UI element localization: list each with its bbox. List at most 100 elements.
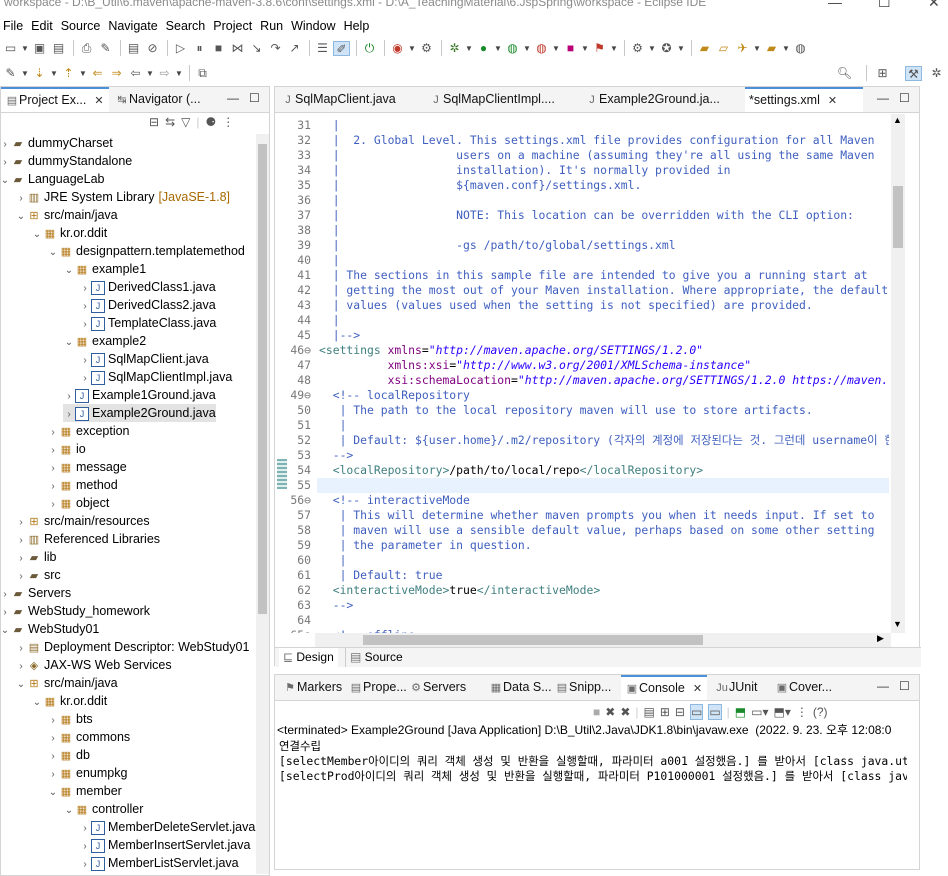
last-edit-icon[interactable]: ⇐ xyxy=(89,66,106,81)
tree-item[interactable]: › ▦ object xyxy=(47,494,109,512)
tree-item[interactable]: › ▦ message xyxy=(47,458,126,476)
expanded-chevron-icon[interactable]: ⌄ xyxy=(47,784,59,802)
tree-item[interactable]: ⌄ ▰ WebStudy01 xyxy=(0,620,100,638)
new-java-project-icon[interactable]: ⚙ xyxy=(629,41,646,56)
debug-icon[interactable]: ✲ xyxy=(446,41,463,56)
expanded-chevron-icon[interactable]: ⌄ xyxy=(0,172,11,190)
chevron-down-icon[interactable]: ▼ xyxy=(782,41,790,56)
filter-icon[interactable]: ▽ xyxy=(181,115,190,133)
tab-junit[interactable]: JuJUnit xyxy=(711,675,769,700)
code-line[interactable]: | installation). It's normally provided … xyxy=(319,163,731,178)
tab-markers[interactable]: ⚑ Markers xyxy=(279,675,345,700)
step-into-icon[interactable]: ↘ xyxy=(248,41,265,56)
print-icon[interactable]: ⎙ xyxy=(78,41,95,56)
run-coverage-icon[interactable]: ◍ xyxy=(504,41,521,56)
tree-item[interactable]: ⌄ ⊞ src/main/java xyxy=(15,674,118,692)
tree-item[interactable]: › ▦ exception xyxy=(47,422,129,440)
new-class-icon[interactable]: ✪ xyxy=(658,41,675,56)
mark-occurrences-icon[interactable]: ✐ xyxy=(333,40,350,56)
tab-design[interactable]: ⊑ Design xyxy=(279,648,338,667)
tree-item[interactable]: › ◈ JAX-WS Web Services xyxy=(15,656,171,674)
expanded-chevron-icon[interactable]: ⌄ xyxy=(63,262,75,280)
step-over-icon[interactable]: ↷ xyxy=(267,41,284,56)
chevron-down-icon[interactable]: ▼ xyxy=(581,41,589,56)
menu-window[interactable]: Window xyxy=(291,19,335,33)
tree-item[interactable]: › ▦ method xyxy=(47,476,117,494)
tree-item[interactable]: › ▦ db xyxy=(47,746,90,764)
minimize-view-icon[interactable]: — xyxy=(227,91,239,105)
code-line[interactable]: | xyxy=(319,418,347,433)
tab-example2ground[interactable]: J Example2Ground.ja... xyxy=(581,87,721,112)
minimize-view-icon[interactable]: — xyxy=(877,679,889,693)
close-icon[interactable]: ✕ xyxy=(94,95,103,107)
back-icon[interactable]: ⇦ xyxy=(127,66,144,81)
menu-source[interactable]: Source xyxy=(61,19,101,33)
show-stdout-icon[interactable]: ▭ xyxy=(689,704,704,720)
search-tool-icon[interactable]: ✈ xyxy=(734,41,751,56)
scrollbar-thumb[interactable] xyxy=(893,186,903,248)
menu-run[interactable]: Run xyxy=(260,19,283,33)
tree-item[interactable]: ⌄ ▦ member xyxy=(47,782,122,800)
code-line[interactable]: | Default: true xyxy=(319,568,443,583)
code-line[interactable]: | getting the most out of your Maven ins… xyxy=(319,283,889,298)
tree-item[interactable]: › ▤ Deployment Descriptor: WebStudy01 xyxy=(15,638,249,656)
tree-item[interactable]: ⌄ ▦ designpattern.templatemethod xyxy=(47,242,245,260)
stop-icon[interactable]: ■ xyxy=(562,41,579,56)
toggle-block-icon[interactable]: ☰ xyxy=(314,41,331,56)
tab-source[interactable]: ▤ Source xyxy=(345,648,407,667)
console-icon[interactable]: ▤ xyxy=(125,41,142,56)
expanded-chevron-icon[interactable]: ⌄ xyxy=(63,334,75,352)
tab-servers[interactable]: ⚙ Servers xyxy=(405,675,485,700)
code-line[interactable]: | xyxy=(319,118,340,133)
tree-item[interactable]: › ⊞ src/main/resources xyxy=(15,512,149,530)
close-icon[interactable]: ✕ xyxy=(928,0,940,11)
link-editor-icon[interactable]: ⇆ xyxy=(165,115,175,133)
tree-item[interactable]: › ▥ Referenced Libraries xyxy=(15,530,160,548)
code-line[interactable]: | Default: ${user.home}/.m2/repository (… xyxy=(319,433,889,448)
open-type-icon[interactable]: ✎ xyxy=(97,41,114,56)
tab-project-explorer[interactable]: ▤ Project Ex... ✕ xyxy=(1,87,109,112)
tab-sqlmapclientimpl[interactable]: J SqlMapClientImpl.... xyxy=(425,87,575,112)
code-line[interactable]: <!-- localRepository xyxy=(319,388,470,403)
tree-item[interactable]: › J Example1Ground.java xyxy=(63,386,216,404)
code-line[interactable]: | The sections in this sample file are i… xyxy=(319,268,868,283)
clear-console-icon[interactable]: ▤ xyxy=(644,705,655,719)
disconnect-icon[interactable]: ⋈ xyxy=(229,41,246,56)
tree-item[interactable]: ⌄ ▦ controller xyxy=(63,800,144,818)
code-line[interactable]: | ${maven.conf}/settings.xml. xyxy=(319,178,642,193)
debug-perspective-icon[interactable]: ✲ xyxy=(928,66,945,81)
minimize-icon[interactable]: — xyxy=(828,0,842,10)
menu-file[interactable]: File xyxy=(3,19,23,33)
skip-breakpoints-icon[interactable]: ⊘ xyxy=(144,41,161,56)
save-all-icon[interactable]: ▤ xyxy=(50,41,67,56)
code-line[interactable]: xmlns:xsi="http://www.w3.org/2001/XMLSch… xyxy=(319,358,751,373)
search-icon[interactable]: 🔍︎ xyxy=(836,66,853,81)
scroll-down-icon[interactable]: ▼ xyxy=(893,619,902,629)
maximize-view-icon[interactable]: ☐ xyxy=(899,679,910,693)
maximize-editor-icon[interactable]: ☐ xyxy=(899,91,910,105)
tree-item[interactable]: › J DerivedClass1.java xyxy=(79,278,216,296)
remove-launch-icon[interactable]: ✖ xyxy=(605,705,615,719)
chevron-down-icon[interactable]: ▼ xyxy=(79,66,87,81)
run-external-icon[interactable]: ◍ xyxy=(533,41,550,56)
collapsed-chevron-icon[interactable]: › xyxy=(79,856,91,874)
terminate-icon[interactable]: ■ xyxy=(593,705,600,719)
chevron-down-icon[interactable]: ▼ xyxy=(523,41,531,56)
open-folder-icon[interactable]: ▰ xyxy=(696,41,713,56)
tree-item[interactable]: › J MemberDeleteServlet.java xyxy=(79,818,255,836)
tab-console[interactable]: ▣ Console ✕ xyxy=(621,675,707,700)
tree-item[interactable]: ⌄ ⊞ src/main/java xyxy=(15,206,118,224)
tab-navigator[interactable]: ↹ Navigator (... xyxy=(111,87,219,112)
tree-item[interactable]: ⌄ ▦ example1 xyxy=(63,260,146,278)
chevron-down-icon[interactable]: ▼ xyxy=(753,41,761,56)
stop-server-icon[interactable]: ◉ xyxy=(389,41,406,56)
scroll-right-icon[interactable]: ▶ xyxy=(877,633,884,644)
code-line[interactable]: | users on a machine (assuming they're a… xyxy=(319,148,875,163)
code-line[interactable]: | values (values used when the setting i… xyxy=(319,298,813,313)
tree-item[interactable]: › J Example2Ground.java xyxy=(63,404,216,422)
maximize-view-icon[interactable]: ☐ xyxy=(249,91,260,105)
menu-project[interactable]: Project xyxy=(213,19,252,33)
code-line[interactable]: | xyxy=(319,313,340,328)
new-icon[interactable]: ▭ xyxy=(2,41,19,56)
remove-all-icon[interactable]: ✖ xyxy=(620,705,630,719)
